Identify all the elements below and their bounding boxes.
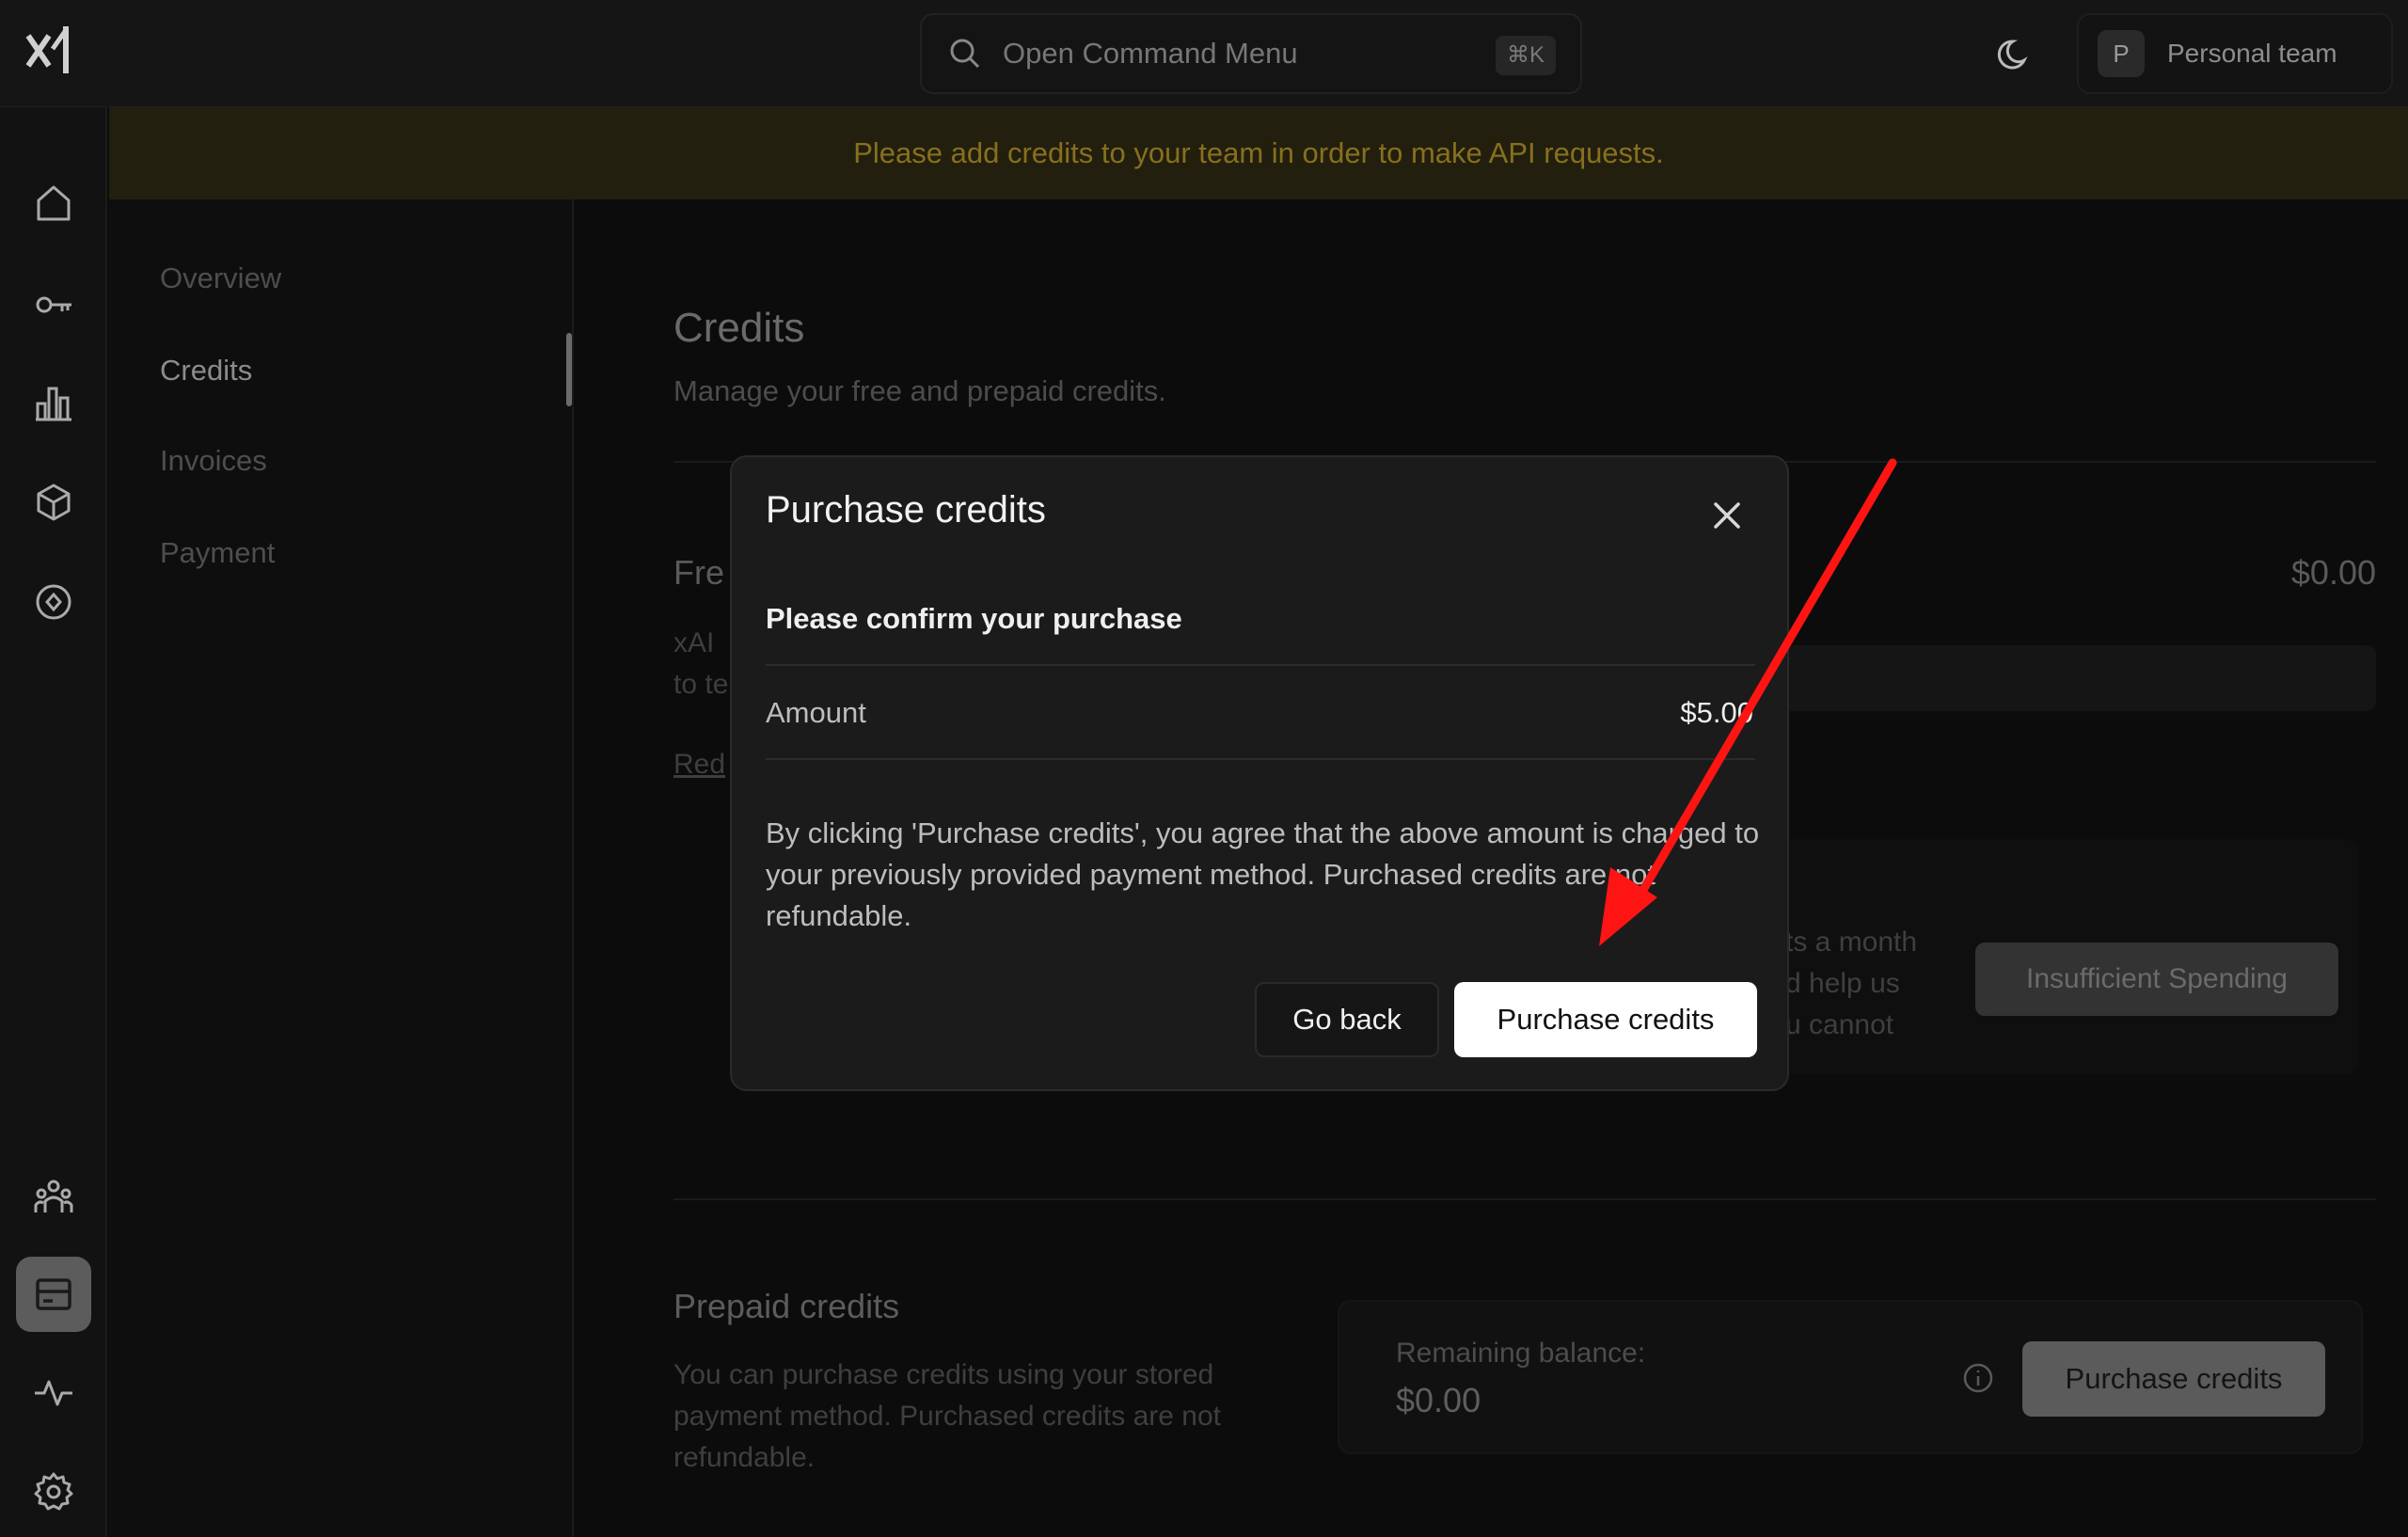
dialog-description: By clicking 'Purchase credits', you agre… bbox=[766, 816, 1760, 932]
modal-overlay: Purchase credits Please confirm your pur… bbox=[0, 0, 2408, 1537]
divider bbox=[766, 664, 1755, 666]
purchase-credits-dialog: Purchase credits Please confirm your pur… bbox=[730, 455, 1789, 1091]
app-root: Open Command Menu ⌘K P Personal team Ple… bbox=[0, 0, 2408, 1537]
confirm-purchase-button[interactable]: Purchase credits bbox=[1454, 982, 1757, 1057]
divider bbox=[766, 758, 1755, 760]
dialog-subtitle: Please confirm your purchase bbox=[766, 602, 1182, 635]
go-back-button[interactable]: Go back bbox=[1255, 982, 1439, 1057]
amount-label: Amount bbox=[766, 696, 866, 729]
dialog-title: Purchase credits bbox=[766, 489, 1046, 531]
close-icon[interactable] bbox=[1708, 497, 1746, 534]
amount-value: $5.00 bbox=[1680, 696, 1753, 729]
